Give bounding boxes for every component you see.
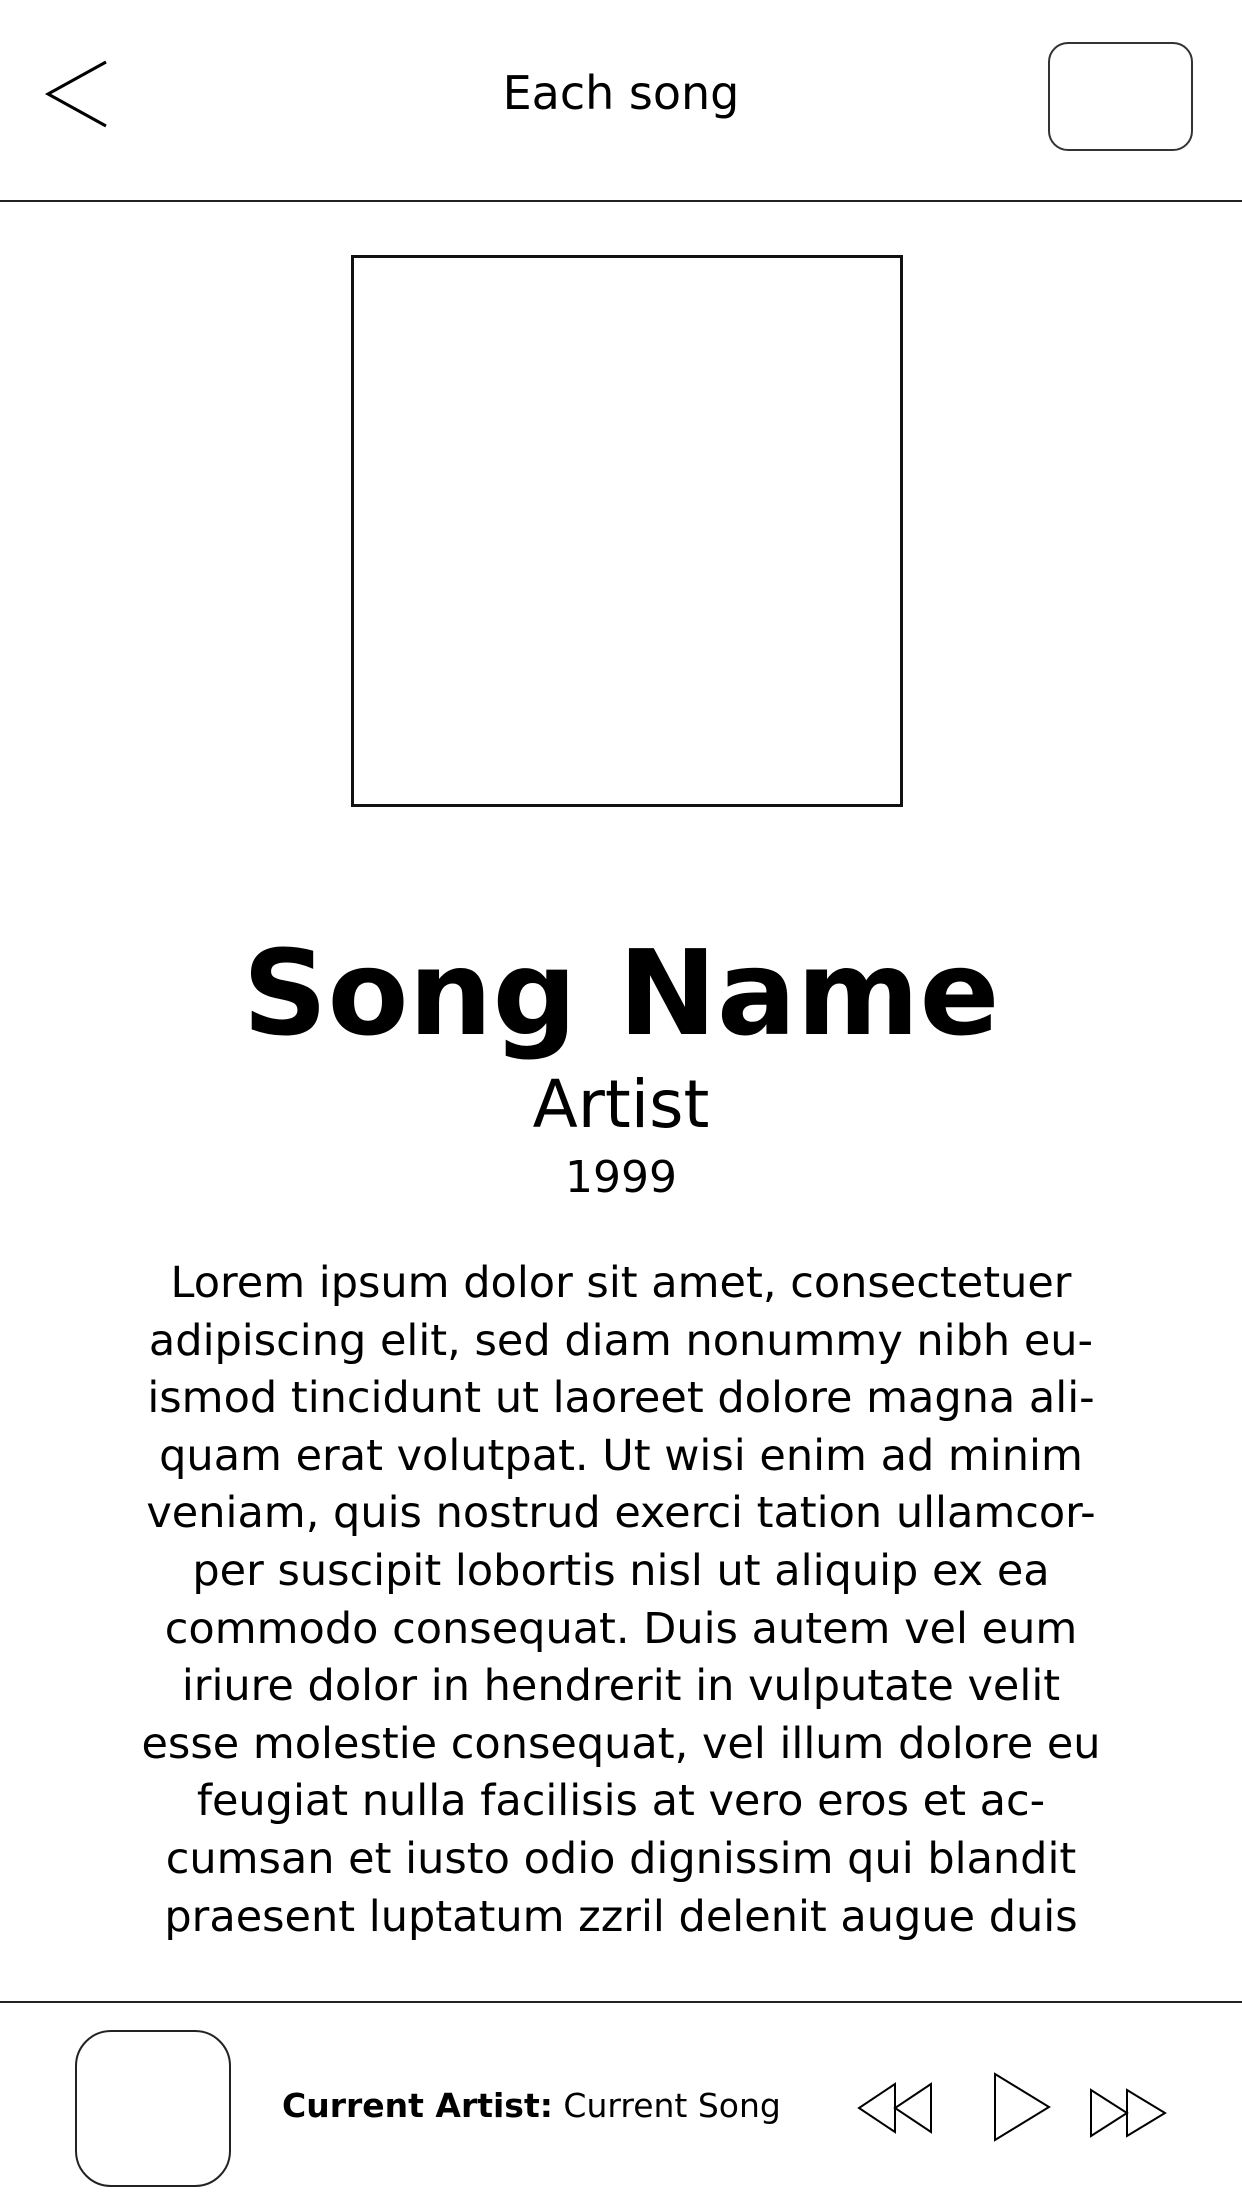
rewind-icon[interactable]	[857, 2082, 935, 2134]
description-line: cumsan et iusto odio dignissim qui bland…	[165, 1833, 1077, 1884]
play-icon[interactable]	[992, 2072, 1052, 2142]
description-line: quam erat volutpat. Ut wisi enim ad mini…	[159, 1430, 1083, 1481]
description-line: feugiat nulla facilisis at vero eros et …	[196, 1776, 1046, 1827]
description-line: commodo consequat. Duis autem vel eum	[164, 1603, 1078, 1654]
description-line: adipiscing elit, sed diam nonummy nibh e…	[148, 1315, 1094, 1366]
header-action-button[interactable]	[1048, 42, 1193, 151]
fast-forward-icon[interactable]	[1089, 2088, 1169, 2138]
player-divider	[0, 2001, 1242, 2003]
album-art-placeholder	[351, 255, 903, 807]
release-year: 1999	[565, 1152, 677, 1203]
description-line: ismod tincidunt ut laoreet dolore magna …	[147, 1373, 1095, 1424]
description-line: praesent luptatum zzril delenit augue du…	[164, 1891, 1078, 1942]
now-playing-thumbnail[interactable]	[75, 2030, 231, 2187]
description-line: iriure dolor in hendrerit in vulputate v…	[181, 1661, 1061, 1712]
description-line: Lorem ipsum dolor sit amet, consectetuer	[170, 1258, 1072, 1308]
description-line: veniam, quis nostrud exerci tation ullam…	[146, 1488, 1096, 1539]
song-name: Song Name	[242, 924, 1000, 1062]
description-line: esse molestie consequat, vel illum dolor…	[141, 1718, 1101, 1769]
header-divider	[0, 200, 1242, 202]
current-artist-label: Current Artist:	[282, 2086, 553, 2125]
current-song-label: Current Song	[563, 2086, 781, 2125]
song-description: Lorem ipsum dolor sit amet, consectetuer…	[121, 1255, 1121, 1946]
now-playing-info: Current Artist: Current Song	[282, 2084, 781, 2128]
description-line: per suscipit lobortis nisl ut aliquip ex…	[192, 1545, 1050, 1596]
artist-name: Artist	[532, 1066, 710, 1143]
